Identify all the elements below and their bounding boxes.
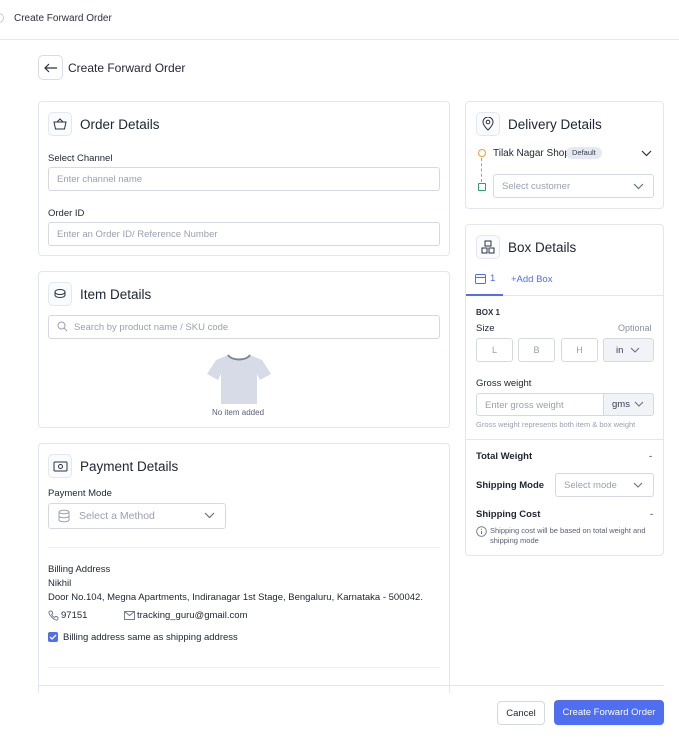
add-box-link[interactable]: +Add Box xyxy=(511,274,552,285)
channel-input[interactable]: Enter channel name xyxy=(48,167,440,191)
pickup-location-name: Tilak Nagar Shop xyxy=(493,148,570,159)
info-icon xyxy=(476,526,487,537)
total-weight-value: - xyxy=(649,451,653,462)
height-input[interactable]: H xyxy=(561,338,598,362)
select-channel-label: Select Channel xyxy=(48,153,113,164)
divider xyxy=(48,667,440,668)
dimension-unit: in xyxy=(616,344,624,356)
back-button[interactable] xyxy=(38,55,63,80)
shipping-mode-placeholder: Select mode xyxy=(564,479,617,491)
billing-phone: 97151 xyxy=(61,610,88,621)
box-details-title: Box Details xyxy=(508,239,577,255)
weight-unit: gms xyxy=(612,399,630,410)
total-weight-label: Total Weight xyxy=(476,451,533,462)
gross-weight-label: Gross weight xyxy=(476,378,532,389)
shipping-mode-label: Shipping Mode xyxy=(476,480,545,491)
default-badge: Default xyxy=(566,147,602,159)
billing-address: Door No.104, Megna Apartments, Indiranag… xyxy=(48,592,423,603)
pickup-marker-icon xyxy=(478,149,486,157)
payment-mode-label: Payment Mode xyxy=(48,488,112,499)
tshirt-icon xyxy=(207,354,271,404)
tab-box-1[interactable]: 1 xyxy=(475,273,495,284)
location-pin-icon xyxy=(476,112,500,136)
same-address-label: Billing address same as shipping address xyxy=(63,632,238,643)
customer-select[interactable]: Select customer xyxy=(493,174,654,198)
customer-placeholder: Select customer xyxy=(502,180,571,192)
items-icon xyxy=(48,282,72,306)
divider xyxy=(466,439,663,440)
coins-icon xyxy=(58,509,70,523)
length-input[interactable]: L xyxy=(476,338,513,362)
mail-icon xyxy=(124,611,135,620)
billing-email: tracking_guru@gmail.com xyxy=(137,610,248,621)
cancel-button[interactable]: Cancel xyxy=(497,701,545,725)
phone-icon xyxy=(48,610,59,621)
delivery-details-title: Delivery Details xyxy=(508,116,602,132)
empty-items-text: No item added xyxy=(211,408,265,417)
order-id-input[interactable]: Enter an Order ID/ Reference Number xyxy=(48,222,440,246)
payment-details-title: Payment Details xyxy=(80,458,179,474)
billing-address-label: Billing Address xyxy=(48,564,111,575)
top-bar: Create Forward Order xyxy=(0,0,679,40)
item-details-header: Item Details xyxy=(48,282,151,306)
shipping-cost-note: Shipping cost will be based on total wei… xyxy=(490,526,646,545)
sidebar-toggle-icon[interactable] xyxy=(0,13,4,23)
pickup-chevron-down-icon[interactable] xyxy=(641,150,652,157)
optional-label: Optional xyxy=(618,323,652,333)
active-tab-indicator xyxy=(466,294,503,296)
payment-details-header: Payment Details xyxy=(48,454,178,478)
boxes-icon xyxy=(476,235,500,259)
customer-chevron-down-icon xyxy=(633,183,644,190)
box-heading: BOX 1 xyxy=(476,308,501,317)
dimension-unit-select[interactable]: in xyxy=(603,338,654,362)
shipping-cost-label: Shipping Cost xyxy=(476,509,541,520)
cash-icon xyxy=(48,454,72,478)
billing-name: Nikhil xyxy=(48,578,72,589)
gross-weight-input[interactable]: Enter gross weight xyxy=(476,393,604,416)
arrow-left-icon xyxy=(43,63,57,72)
shipping-cost-value: - xyxy=(650,509,654,520)
item-details-title: Item Details xyxy=(80,286,152,302)
tab-box-count: 1 xyxy=(490,273,496,284)
order-details-header: Order Details xyxy=(48,112,160,136)
box-icon xyxy=(475,273,486,284)
order-details-title: Order Details xyxy=(80,116,160,132)
page-title: Create Forward Order xyxy=(68,61,186,75)
search-icon xyxy=(57,321,68,332)
gross-weight-hint: Gross weight represents both item & box … xyxy=(476,420,636,429)
footer-divider xyxy=(38,685,664,686)
size-label: Size xyxy=(476,323,495,334)
topbar-title: Create Forward Order xyxy=(14,13,112,24)
same-address-checkbox[interactable] xyxy=(48,632,58,642)
payment-method-select[interactable]: Select a Method xyxy=(48,503,226,529)
basket-icon xyxy=(48,112,72,136)
product-search-input[interactable]: Search by product name / SKU code xyxy=(48,315,440,339)
route-line xyxy=(481,158,482,182)
delivery-details-header: Delivery Details xyxy=(476,112,602,136)
divider xyxy=(48,547,440,548)
payment-method-placeholder: Select a Method xyxy=(79,510,155,522)
unit-chevron-down-icon xyxy=(630,347,640,353)
checkmark-icon xyxy=(49,634,57,640)
chevron-down-icon xyxy=(204,512,215,519)
weight-chevron-down-icon xyxy=(634,401,644,407)
shipping-chevron-down-icon xyxy=(633,482,643,488)
drop-marker-icon xyxy=(478,183,486,191)
box-details-header: Box Details xyxy=(476,235,576,259)
create-forward-order-button[interactable]: Create Forward Order xyxy=(554,700,664,725)
order-id-label: Order ID xyxy=(48,208,85,219)
weight-unit-select[interactable]: gms xyxy=(603,393,654,416)
breadth-input[interactable]: B xyxy=(518,338,555,362)
